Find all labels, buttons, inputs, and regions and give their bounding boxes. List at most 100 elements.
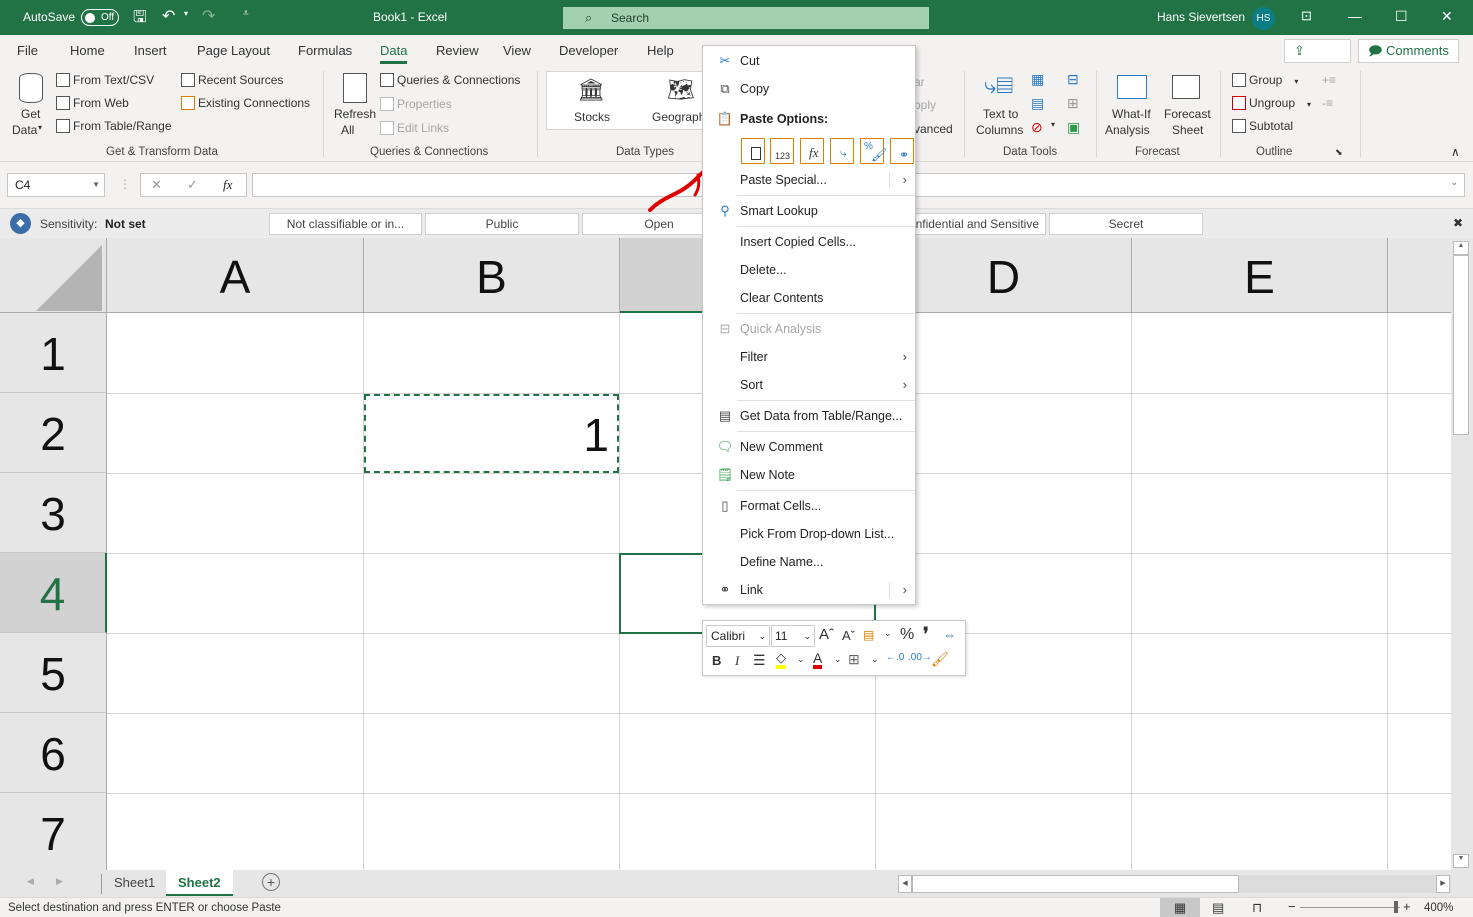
flash-fill-icon[interactable]: ▦: [1031, 71, 1044, 88]
search-box[interactable]: ⌕ Search: [563, 7, 929, 29]
increase-font-icon[interactable]: Aˆ: [819, 626, 834, 643]
what-if-analysis-button-line2[interactable]: Analysis: [1105, 123, 1150, 137]
scroll-up-icon[interactable]: ▲: [1453, 241, 1469, 255]
get-data-button[interactable]: Get: [21, 107, 40, 121]
decrease-font-icon[interactable]: Aˇ: [842, 628, 855, 643]
remove-duplicates-icon[interactable]: ▤: [1031, 95, 1044, 112]
sheet-tab-sheet1[interactable]: Sheet1: [102, 870, 167, 896]
menu-item-pick-from-dropdown[interactable]: Pick From Drop-down List...: [703, 521, 915, 547]
collapse-ribbon-icon[interactable]: ∧: [1451, 145, 1460, 159]
sheet-tab-sheet2[interactable]: Sheet2: [166, 870, 233, 896]
consolidate-icon[interactable]: ⊟: [1067, 71, 1079, 88]
ungroup-button[interactable]: Ungroup ▾: [1232, 96, 1311, 110]
menu-item-sort[interactable]: Sort ›: [703, 372, 915, 398]
insert-function-button[interactable]: fx: [223, 177, 232, 193]
column-header-e[interactable]: E: [1132, 238, 1388, 313]
menu-item-new-comment[interactable]: 🗨 New Comment: [703, 434, 915, 460]
menu-item-insert-copied-cells[interactable]: Insert Copied Cells...: [703, 229, 915, 255]
paste-option-values[interactable]: 123: [770, 138, 794, 164]
recent-sources-button[interactable]: Recent Sources: [181, 73, 283, 87]
next-sheet-icon[interactable]: ▶: [56, 876, 63, 887]
tab-formulas[interactable]: Formulas: [298, 43, 352, 58]
fill-color-icon[interactable]: ◇: [776, 651, 786, 669]
what-if-analysis-button[interactable]: What-If: [1112, 107, 1151, 121]
sensitivity-option-secret[interactable]: Secret: [1049, 213, 1203, 235]
chevron-down-icon[interactable]: ⌄: [797, 654, 805, 665]
zoom-out-icon[interactable]: −: [1288, 899, 1296, 914]
existing-connections-button[interactable]: Existing Connections: [181, 96, 310, 110]
data-model-icon[interactable]: ▣: [1067, 119, 1080, 136]
column-header-b[interactable]: B: [364, 238, 620, 313]
menu-item-smart-lookup[interactable]: ⚲ Smart Lookup: [703, 198, 915, 224]
tab-file[interactable]: File: [17, 43, 38, 58]
chevron-down-icon[interactable]: ⌄: [871, 654, 879, 665]
font-size-dropdown[interactable]: 11 ⌄: [771, 625, 815, 647]
chevron-down-icon[interactable]: ▾: [1051, 120, 1055, 129]
zoom-slider[interactable]: [1300, 907, 1400, 908]
scroll-down-icon[interactable]: ▼: [1453, 854, 1469, 868]
forecast-sheet-button-line2[interactable]: Sheet: [1172, 123, 1203, 137]
menu-item-cut[interactable]: ✂ Cut: [703, 48, 915, 74]
avatar[interactable]: HS: [1252, 7, 1275, 30]
scroll-left-icon[interactable]: ◀: [898, 875, 912, 893]
subtotal-button[interactable]: Subtotal: [1232, 119, 1293, 133]
sensitivity-option-public[interactable]: Public: [425, 213, 579, 235]
paste-option-formatting[interactable]: % 🖌: [860, 138, 888, 164]
row-header-6[interactable]: 6: [0, 713, 107, 793]
row-header-3[interactable]: 3: [0, 473, 107, 553]
select-all-button[interactable]: [0, 238, 107, 313]
stocks-button[interactable]: Stocks: [574, 110, 610, 124]
tab-review[interactable]: Review: [436, 43, 479, 58]
format-painter-icon[interactable]: 🖌: [931, 651, 949, 668]
comma-style-button[interactable]: ❜: [923, 624, 929, 645]
minimize-icon[interactable]: —: [1348, 8, 1362, 24]
tab-insert[interactable]: Insert: [134, 43, 167, 58]
borders-icon[interactable]: ⊞: [848, 651, 860, 668]
share-button[interactable]: ⇪ Share: [1284, 39, 1351, 80]
tab-home[interactable]: Home: [70, 43, 105, 58]
font-color-icon[interactable]: A: [813, 651, 823, 669]
decrease-decimal-icon[interactable]: .00→: [908, 652, 932, 663]
user-name[interactable]: Hans Sievertsen: [1157, 10, 1245, 24]
tab-help[interactable]: Help: [647, 43, 674, 58]
row-header-7[interactable]: 7: [0, 793, 107, 870]
customize-qat-icon[interactable]: ⩡: [243, 8, 249, 19]
data-validation-icon[interactable]: ⊘: [1031, 119, 1043, 136]
vertical-scrollbar[interactable]: ▲ ▼: [1451, 238, 1473, 870]
percent-style-button[interactable]: %: [900, 626, 914, 644]
paste-option-paste[interactable]: [741, 138, 765, 164]
advanced-partial[interactable]: vanced: [914, 122, 953, 136]
zoom-in-icon[interactable]: +: [1403, 899, 1411, 914]
wrap-text-icon[interactable]: ⇔: [943, 627, 956, 642]
normal-view-icon[interactable]: ▦: [1160, 898, 1200, 917]
from-text-csv-button[interactable]: From Text/CSV: [56, 73, 154, 87]
paste-option-transpose[interactable]: ⤷: [830, 138, 854, 164]
queries-connections-button[interactable]: Queries & Connections: [380, 73, 520, 87]
ribbon-display-icon[interactable]: ⊡: [1301, 8, 1312, 24]
forecast-sheet-button[interactable]: Forecast: [1164, 107, 1211, 121]
menu-item-link[interactable]: ⚭ Link ›: [703, 577, 915, 603]
menu-item-define-name[interactable]: Define Name...: [703, 549, 915, 575]
row-header-4[interactable]: 4: [0, 553, 107, 633]
tab-page-layout[interactable]: Page Layout: [197, 43, 270, 58]
name-box[interactable]: C4 ▼: [7, 173, 105, 197]
menu-item-clear-contents[interactable]: Clear Contents: [703, 285, 915, 311]
menu-item-format-cells[interactable]: ▯ Format Cells...: [703, 493, 915, 519]
comments-button[interactable]: 🗩 Comments: [1358, 39, 1459, 63]
text-to-columns-button[interactable]: Text to: [983, 107, 1018, 121]
chevron-down-icon[interactable]: ▼: [92, 174, 100, 196]
refresh-all-button-line2[interactable]: All: [341, 123, 354, 137]
group-button[interactable]: Group ▾: [1232, 73, 1298, 87]
menu-item-new-note[interactable]: 🗒 New Note: [703, 462, 915, 488]
autosave-toggle[interactable]: Off: [81, 9, 119, 26]
zoom-level[interactable]: 400%: [1424, 902, 1453, 914]
save-icon[interactable]: 🖫: [133, 6, 147, 33]
tab-data[interactable]: Data: [380, 43, 408, 64]
refresh-all-button[interactable]: Refresh: [334, 107, 376, 121]
menu-item-copy[interactable]: ⧉ Copy: [703, 76, 915, 102]
page-break-view-icon[interactable]: ⊓: [1252, 900, 1262, 916]
tab-developer[interactable]: Developer: [559, 43, 618, 58]
undo-dropdown-icon[interactable]: ▾: [184, 9, 188, 18]
bold-button[interactable]: B: [712, 653, 721, 668]
zoom-slider-thumb[interactable]: [1394, 901, 1398, 913]
